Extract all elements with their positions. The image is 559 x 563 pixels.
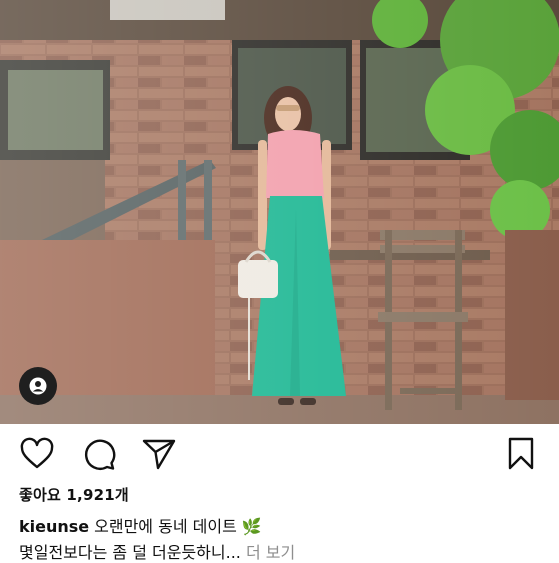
- like-button[interactable]: [19, 436, 55, 472]
- share-button[interactable]: [141, 436, 177, 472]
- caption-username[interactable]: kieunse: [19, 517, 89, 536]
- leaf-emoji: 🌿: [241, 517, 262, 536]
- post-action-bar: [0, 436, 559, 476]
- user-tag-button[interactable]: [19, 367, 57, 405]
- comment-button[interactable]: [81, 436, 117, 472]
- heart-icon: [20, 437, 54, 469]
- user-tag-icon: [29, 377, 47, 395]
- post-photo[interactable]: [0, 0, 559, 424]
- save-button[interactable]: [503, 436, 539, 472]
- paper-plane-icon: [142, 439, 176, 470]
- photo-canvas: [0, 0, 559, 424]
- caption-continued: 몇일전보다는 좀 덜 더운듯하니... 더 보기: [19, 539, 295, 563]
- like-count[interactable]: 좋아요 1,921개: [19, 484, 129, 505]
- caption-truncated-text: 몇일전보다는 좀 덜 더운듯하니...: [19, 543, 241, 562]
- comment-icon: [85, 439, 116, 470]
- caption: kieunse 오랜만에 동네 데이트 🌿: [19, 513, 262, 537]
- caption-text: 오랜만에 동네 데이트: [94, 517, 237, 536]
- more-link[interactable]: 더 보기: [246, 543, 295, 562]
- bookmark-icon: [508, 437, 534, 470]
